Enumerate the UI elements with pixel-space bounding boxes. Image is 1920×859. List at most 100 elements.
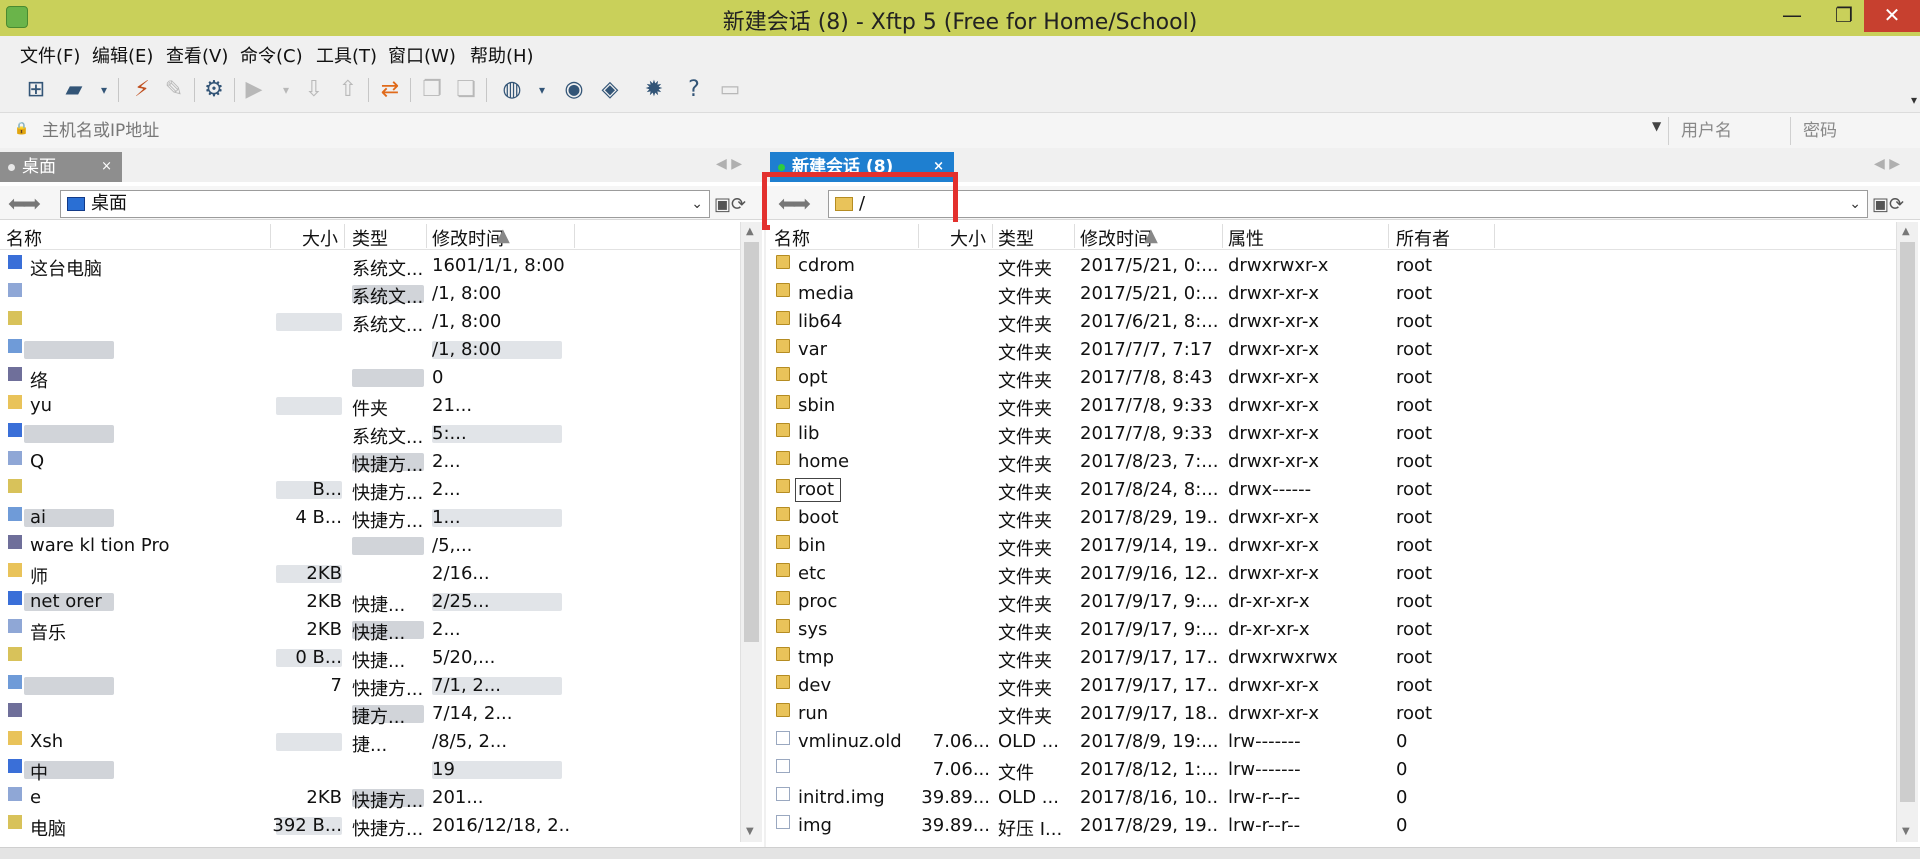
col-size[interactable]: 大小 — [950, 225, 986, 251]
table-row[interactable]: 电脑 392 B... 快捷方... 2016/12/18, 2... — [0, 812, 740, 840]
table-row[interactable]: 这台电脑 系统文... 1601/1/1, 8:00 — [0, 252, 740, 280]
scroll-up-icon[interactable]: ▲ — [746, 226, 754, 237]
maximize-button[interactable]: ❐ — [1818, 0, 1870, 32]
col-name[interactable]: 名称 — [774, 225, 810, 251]
menu-command[interactable]: 命令(C) — [240, 42, 303, 68]
menu-file[interactable]: 文件(F) — [20, 42, 80, 68]
tab-close-icon[interactable]: × — [101, 152, 112, 182]
table-row[interactable]: 音乐 2KB 快捷... 2... — [0, 616, 740, 644]
table-row[interactable]: dev 文件夹 2017/9/17, 17... drwxr-xr-x root — [770, 672, 1896, 700]
table-row[interactable]: Xsh 捷... /8/5, 2... — [0, 728, 740, 756]
folder-refresh-icon[interactable]: ▣⟳ — [714, 194, 746, 215]
table-row[interactable]: 7 快捷方... 7/1, 2... — [0, 672, 740, 700]
play-icon[interactable]: ▶ — [240, 76, 268, 104]
disconnect-icon[interactable]: ✎ — [160, 76, 188, 104]
col-type[interactable]: 类型 — [998, 225, 1034, 251]
table-row[interactable]: var 文件夹 2017/7/7, 7:17 drwxr-xr-x root — [770, 336, 1896, 364]
table-row[interactable]: cdrom 文件夹 2017/5/21, 0:... drwxrwxr-x root — [770, 252, 1896, 280]
table-row[interactable]: 络0 — [0, 364, 740, 392]
table-row[interactable]: root 文件夹 2017/8/24, 8:... drwx------ root — [770, 476, 1896, 504]
globe-dropdown-icon[interactable]: ▾ — [528, 76, 556, 104]
table-row[interactable]: vmlinuz.old 7.06... OLD ... 2017/8/9, 19:..… — [770, 728, 1896, 756]
menu-view[interactable]: 查看(V) — [166, 42, 228, 68]
tab-desktop[interactable]: 桌面 × — [0, 152, 122, 182]
col-owner[interactable]: 所有者 — [1396, 225, 1450, 251]
menu-window[interactable]: 窗口(W) — [388, 42, 456, 68]
col-attributes[interactable]: 属性 — [1228, 225, 1264, 251]
download-icon[interactable]: ⇩ — [300, 76, 328, 104]
xshell-icon[interactable]: ◉ — [560, 76, 588, 104]
host-dropdown-icon[interactable]: ▼ — [1652, 119, 1661, 133]
table-row[interactable]: 系统文... /1, 8:00 — [0, 280, 740, 308]
new-session-icon[interactable]: ⊞ — [22, 76, 50, 104]
table-row[interactable]: 中 19 — [0, 756, 740, 784]
help-icon[interactable]: ? — [680, 76, 708, 104]
table-row[interactable]: lib64 文件夹 2017/6/21, 8:... drwxr-xr-x root — [770, 308, 1896, 336]
copy-icon[interactable]: ❐ — [418, 76, 446, 104]
password-input[interactable]: 密码 — [1790, 117, 1910, 145]
menu-tools[interactable]: 工具(T) — [316, 42, 377, 68]
menu-edit[interactable]: 编辑(E) — [92, 42, 153, 68]
col-modified[interactable]: 修改时间 — [432, 225, 504, 251]
table-row[interactable]: etc 文件夹 2017/9/16, 12... drwxr-xr-x root — [770, 560, 1896, 588]
scroll-up-icon[interactable]: ▲ — [1902, 226, 1910, 237]
table-row[interactable]: 0 B... 快捷... 5/20,... — [0, 644, 740, 672]
remote-path-input[interactable]: / ⌄ — [828, 190, 1868, 218]
folder-refresh-icon[interactable]: ▣⟳ — [1872, 194, 1904, 215]
table-row[interactable]: run 文件夹 2017/9/17, 18... drwxr-xr-x root — [770, 700, 1896, 728]
table-row[interactable]: img 39.89... 好压 I... 2017/8/29, 19... lrw-r-… — [770, 812, 1896, 840]
scroll-down-icon[interactable]: ▼ — [1902, 826, 1910, 837]
col-name[interactable]: 名称 — [6, 225, 42, 251]
table-row[interactable]: ai 4 B... 快捷方... 1... — [0, 504, 740, 532]
table-row[interactable]: opt 文件夹 2017/7/8, 8:43 drwxr-xr-x root — [770, 364, 1896, 392]
scroll-thumb[interactable] — [744, 242, 759, 642]
connect-icon[interactable]: ⚡ — [128, 76, 156, 104]
paste-icon[interactable]: ❏ — [452, 76, 480, 104]
table-row[interactable]: ware kl tion Pro/5,... — [0, 532, 740, 560]
tab-scroll-arrows-icon[interactable]: ◀ ▶ — [1874, 156, 1900, 172]
local-scrollbar[interactable]: ▲ ▼ — [740, 222, 762, 842]
xmanager-icon[interactable]: ◈ — [596, 76, 624, 104]
globe-icon[interactable]: ◍ — [498, 76, 526, 104]
scroll-down-icon[interactable]: ▼ — [746, 826, 754, 837]
table-row[interactable]: lib 文件夹 2017/7/8, 9:33 drwxr-xr-x root — [770, 420, 1896, 448]
menu-help[interactable]: 帮助(H) — [470, 42, 534, 68]
remote-scrollbar[interactable]: ▲ ▼ — [1896, 222, 1918, 842]
table-row[interactable]: proc 文件夹 2017/9/17, 9:... dr-xr-xr-x root — [770, 588, 1896, 616]
table-row[interactable]: 师 2KB 2/16... — [0, 560, 740, 588]
chevron-down-icon[interactable]: ⌄ — [1849, 191, 1861, 217]
transfer-icon[interactable]: ⇄ — [376, 76, 404, 104]
username-input[interactable]: 用户名 — [1668, 117, 1788, 145]
table-row[interactable]: media 文件夹 2017/5/21, 0:... drwxr-xr-x root — [770, 280, 1896, 308]
scroll-thumb[interactable] — [1900, 242, 1915, 802]
table-row[interactable]: 捷方... 7/14, 2... — [0, 700, 740, 728]
chevron-down-icon[interactable]: ⌄ — [691, 191, 703, 217]
col-size[interactable]: 大小 — [302, 225, 338, 251]
col-modified[interactable]: 修改时间 — [1080, 225, 1152, 251]
host-input[interactable]: 主机名或IP地址 — [10, 117, 1670, 145]
col-type[interactable]: 类型 — [352, 225, 388, 251]
close-button[interactable]: ✕ — [1864, 0, 1920, 32]
table-row[interactable]: 系统文... 5:... — [0, 420, 740, 448]
open-folder-icon[interactable]: ▰ — [60, 76, 88, 104]
table-row[interactable]: B... 快捷方... 2... — [0, 476, 740, 504]
toolbar-overflow-icon[interactable]: ▾ — [1900, 86, 1920, 114]
table-row[interactable]: sbin 文件夹 2017/7/8, 9:33 drwxr-xr-x root — [770, 392, 1896, 420]
table-row[interactable]: sys 文件夹 2017/9/17, 9:... dr-xr-xr-x root — [770, 616, 1896, 644]
back-forward-arrows-icon[interactable]: ⬅➡ — [8, 192, 41, 217]
table-row[interactable]: boot 文件夹 2017/8/29, 19... drwxr-xr-x root — [770, 504, 1896, 532]
table-row[interactable]: initrd.img 39.89... OLD ... 2017/8/16, 10..… — [770, 784, 1896, 812]
local-path-input[interactable]: 桌面 ⌄ — [60, 190, 710, 218]
table-row[interactable]: 系统文... /1, 8:00 — [0, 308, 740, 336]
table-row[interactable]: bin 文件夹 2017/9/14, 19... drwxr-xr-x root — [770, 532, 1896, 560]
table-row[interactable]: e 2KB 快捷方... 201... — [0, 784, 740, 812]
upload-icon[interactable]: ⇧ — [334, 76, 362, 104]
table-row[interactable]: /1, 8:00 — [0, 336, 740, 364]
play-dropdown-icon[interactable]: ▾ — [272, 76, 300, 104]
open-dropdown-icon[interactable]: ▾ — [90, 76, 118, 104]
table-row[interactable]: net orer 2KB 快捷... 2/25... — [0, 588, 740, 616]
table-row[interactable]: home 文件夹 2017/8/23, 7:... drwxr-xr-x root — [770, 448, 1896, 476]
chat-icon[interactable]: ▭ — [716, 76, 744, 104]
minimize-button[interactable]: — — [1766, 0, 1818, 32]
table-row[interactable]: yu 件夹 21... — [0, 392, 740, 420]
